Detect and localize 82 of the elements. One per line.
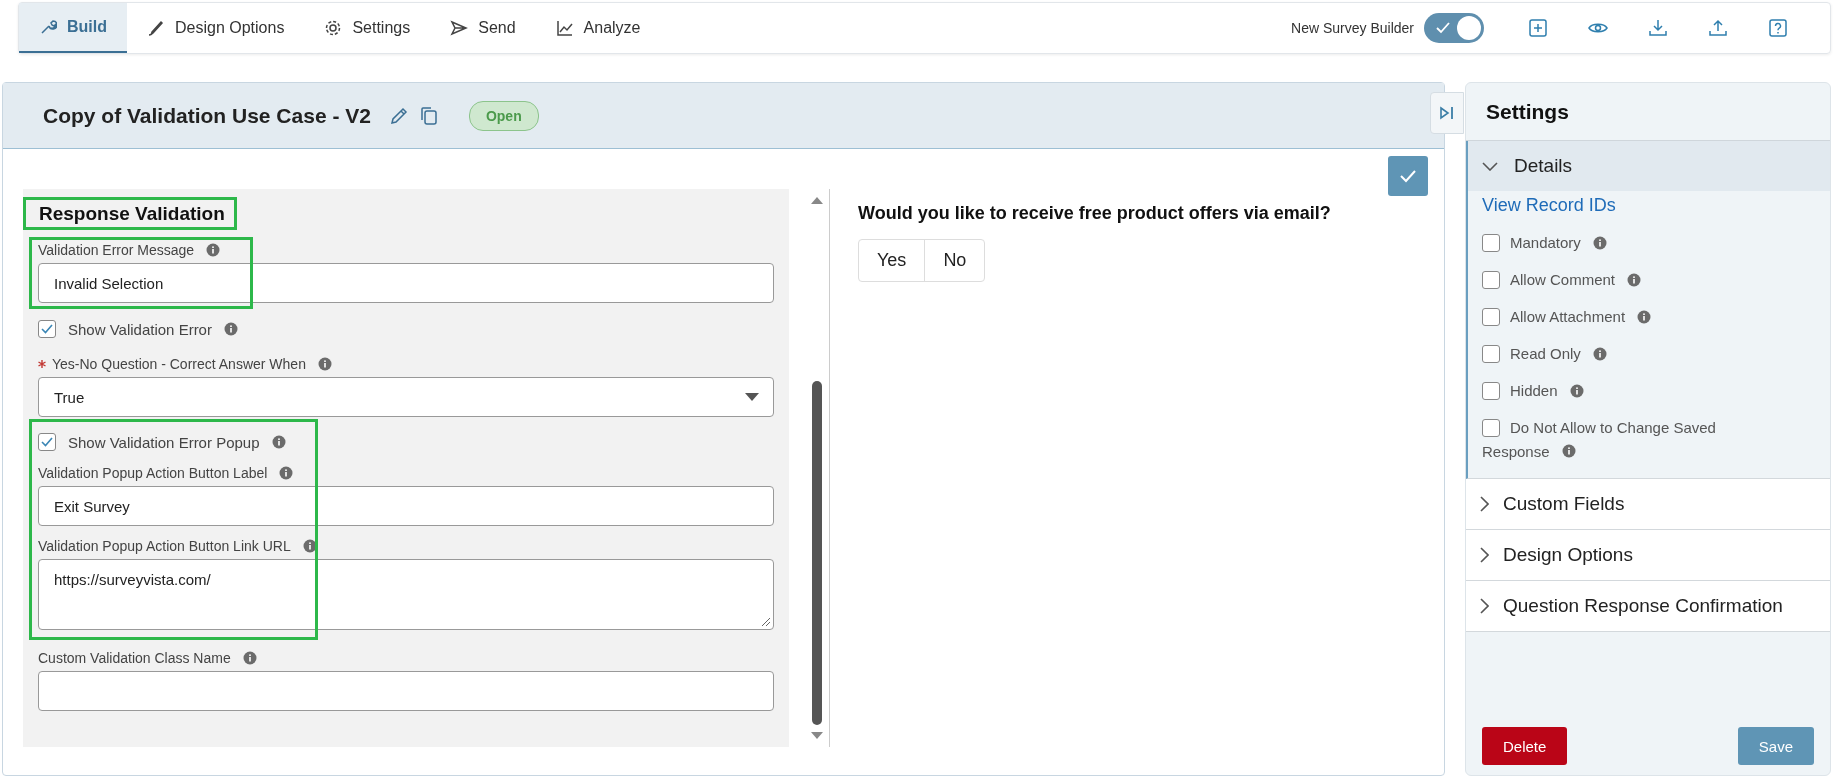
toggle-switch[interactable] (1424, 13, 1484, 43)
field-label: Validation Popup Action Button Link URL (38, 538, 291, 554)
checkbox[interactable] (38, 433, 56, 451)
status-badge: Open (468, 100, 539, 131)
info-icon[interactable] (1569, 383, 1584, 398)
checkbox-label: Allow Comment (1510, 271, 1616, 288)
accordion-header[interactable]: Details (1468, 141, 1830, 191)
tab[interactable]: Send (430, 3, 536, 53)
accordion-header[interactable]: Design Options (1466, 530, 1830, 580)
checkbox-label: Allow Attachment (1510, 308, 1626, 325)
info-icon[interactable] (279, 466, 294, 480)
checkbox[interactable] (1482, 307, 1500, 326)
scroll-down-icon[interactable] (810, 731, 824, 741)
info-icon[interactable] (1637, 309, 1652, 324)
field-label: Custom Validation Class Name (38, 650, 231, 666)
checkbox[interactable] (1482, 270, 1500, 289)
chevron-right-icon (1480, 547, 1489, 563)
gear-icon (324, 19, 343, 37)
input-field[interactable]: Exit Survey (38, 486, 774, 526)
dropdown-field[interactable]: True (38, 377, 774, 417)
field-label: Yes-No Question - Correct Answer When (52, 356, 306, 372)
section-heading: Response Validation (23, 197, 237, 230)
accordion-header[interactable]: Question Response Confirmation (1466, 581, 1830, 631)
brush-icon (147, 19, 165, 37)
delete-button[interactable]: Delete (1482, 727, 1568, 765)
checkbox-label: Show Validation Error Popup (68, 433, 260, 451)
info-icon[interactable] (1592, 235, 1607, 250)
survey-title: Copy of Validation Use Case - V2 (43, 103, 371, 128)
info-icon[interactable] (302, 539, 317, 553)
chevron-right-icon (1480, 598, 1489, 614)
check-icon (1436, 22, 1450, 34)
info-icon[interactable] (1592, 346, 1607, 361)
checkbox-label: Response (1482, 442, 1550, 460)
checkbox-label: Read Only (1510, 345, 1581, 362)
pencil-icon[interactable] (388, 105, 409, 126)
scroll-up-icon[interactable] (810, 195, 824, 205)
line-chart-icon (555, 19, 574, 37)
input-field[interactable]: Invalid Selection (38, 263, 774, 303)
info-icon[interactable] (1561, 444, 1576, 458)
send-icon (450, 19, 469, 37)
tab[interactable]: Build (19, 3, 127, 53)
answer-option[interactable]: Yes (859, 240, 925, 281)
chevron-right-icon (1480, 496, 1489, 512)
input-field[interactable] (38, 671, 774, 711)
add-icon[interactable] (1528, 18, 1548, 38)
check-icon (1399, 169, 1417, 183)
info-icon[interactable] (317, 357, 332, 371)
tab[interactable]: Settings (304, 3, 431, 53)
info-icon[interactable] (242, 651, 257, 665)
copy-icon[interactable] (418, 105, 439, 126)
info-icon[interactable] (1627, 272, 1642, 287)
toggle-label: New Survey Builder (1291, 20, 1414, 36)
accordion-header[interactable]: Custom Fields (1466, 479, 1830, 529)
collapse-panel-button[interactable] (1430, 92, 1464, 134)
checkbox-label: Do Not Allow to Change Saved (1510, 419, 1716, 436)
confirm-button[interactable] (1388, 156, 1428, 196)
checkbox-label: Show Validation Error (68, 320, 212, 338)
checkbox[interactable] (1482, 344, 1500, 363)
chevron-down-icon (1482, 161, 1498, 171)
info-icon[interactable] (223, 322, 238, 336)
answer-option[interactable]: No (924, 240, 985, 281)
upload-icon[interactable] (1708, 18, 1728, 38)
checkbox[interactable] (38, 320, 56, 338)
checkbox[interactable] (1482, 381, 1500, 400)
checkbox[interactable] (1482, 233, 1500, 252)
info-icon[interactable] (271, 435, 286, 449)
caret-icon (745, 393, 759, 401)
field-label: Validation Popup Action Button Label (38, 465, 268, 481)
field-label: Validation Error Message (38, 242, 195, 258)
checkbox[interactable] (1482, 418, 1500, 437)
checkbox-label: Mandatory (1510, 234, 1581, 251)
tab[interactable]: Analyze (535, 3, 661, 53)
textarea-field[interactable]: https://surveyvista.com/ (38, 559, 774, 630)
question-text: Would you like to receive free product offers via email? (858, 203, 1332, 224)
info-icon[interactable] (206, 243, 221, 257)
download-icon[interactable] (1648, 18, 1668, 38)
help-icon[interactable] (1768, 18, 1788, 38)
tab[interactable]: Design Options (127, 3, 305, 53)
collapse-icon (1439, 106, 1455, 120)
resize-handle-icon[interactable] (761, 617, 771, 627)
view-record-ids-link[interactable]: View Record IDs (1482, 195, 1616, 216)
checkbox-label: Hidden (1510, 382, 1558, 399)
